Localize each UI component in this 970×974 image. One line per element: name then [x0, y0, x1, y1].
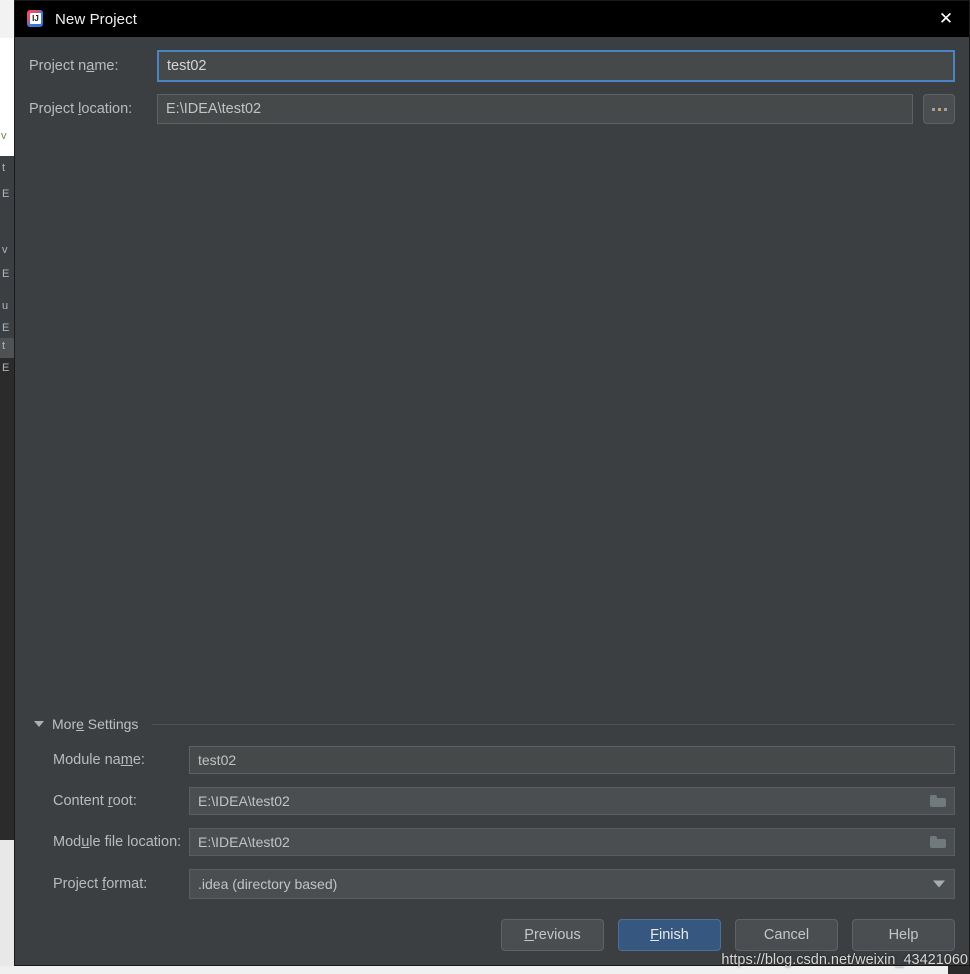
background-tree-text: E [2, 188, 10, 200]
background-tree-text: t [2, 162, 6, 174]
browse-button[interactable] [923, 94, 955, 124]
background-tree-text: E [2, 362, 10, 374]
intellij-idea-icon: IJ [25, 9, 45, 29]
more-settings-header[interactable]: More Settings [29, 716, 955, 732]
folder-icon[interactable] [930, 836, 946, 848]
background-left-dark [0, 358, 14, 840]
project-location-label: Project location: [29, 101, 133, 117]
module-name-label: Module name: [53, 752, 145, 768]
app-icon-letters: IJ [30, 13, 41, 24]
content-root-label: Content root: [53, 793, 137, 809]
ellipsis-icon-dot [937, 107, 941, 111]
chevron-down-icon[interactable] [34, 721, 44, 727]
module-file-location-row: Module file location: E:\IDEA\test02 [29, 828, 955, 856]
folder-icon[interactable] [930, 795, 946, 807]
module-name-row: Module name: test02 [29, 746, 955, 774]
background-tree-text: v [2, 244, 8, 256]
background-tree-text: u [2, 300, 9, 312]
more-settings-label: More Settings [52, 716, 139, 732]
module-name-input[interactable]: test02 [189, 746, 955, 774]
project-location-input[interactable] [157, 94, 913, 124]
close-icon[interactable]: ✕ [923, 1, 969, 37]
background-left-toolbar [0, 0, 14, 38]
help-button[interactable]: Help [852, 919, 955, 951]
dialog-titlebar: IJ New Project ✕ [15, 1, 969, 37]
dialog-button-bar: Previous Finish Cancel Help [501, 919, 955, 951]
background-tree-text: E [2, 268, 10, 280]
new-project-dialog: IJ New Project ✕ Project name: Project l… [14, 0, 970, 966]
dialog-body: Project name: Project location: More Set… [15, 37, 969, 965]
previous-button[interactable]: Previous [501, 919, 604, 951]
chevron-down-icon[interactable] [933, 880, 945, 888]
project-location-row: Project location: [29, 94, 955, 124]
content-root-input[interactable]: E:\IDEA\test02 [189, 787, 955, 815]
project-name-label: Project name: [29, 58, 119, 74]
module-file-location-label: Module file location: [53, 834, 182, 850]
module-file-location-input[interactable]: E:\IDEA\test02 [189, 828, 955, 856]
project-format-select[interactable]: .idea (directory based) [189, 869, 955, 899]
more-settings-section: More Settings Module name: test02 Conten… [29, 716, 955, 899]
background-editor-text: v [1, 130, 7, 142]
finish-button[interactable]: Finish [618, 919, 721, 951]
project-format-label: Project format: [53, 876, 148, 892]
project-format-row: Project format: .idea (directory based) [29, 869, 955, 899]
separator [152, 723, 955, 725]
ellipsis-icon-dot [943, 107, 947, 111]
project-name-input[interactable] [157, 50, 955, 82]
background-tree-text: t [2, 340, 6, 352]
background-status-bar [0, 966, 970, 974]
cancel-button[interactable]: Cancel [735, 919, 838, 951]
project-name-row: Project name: [29, 49, 955, 83]
background-tree-text: E [2, 322, 10, 334]
content-root-row: Content root: E:\IDEA\test02 [29, 787, 955, 815]
dialog-title: New Project [55, 10, 137, 28]
ellipsis-icon-dot [931, 107, 935, 111]
